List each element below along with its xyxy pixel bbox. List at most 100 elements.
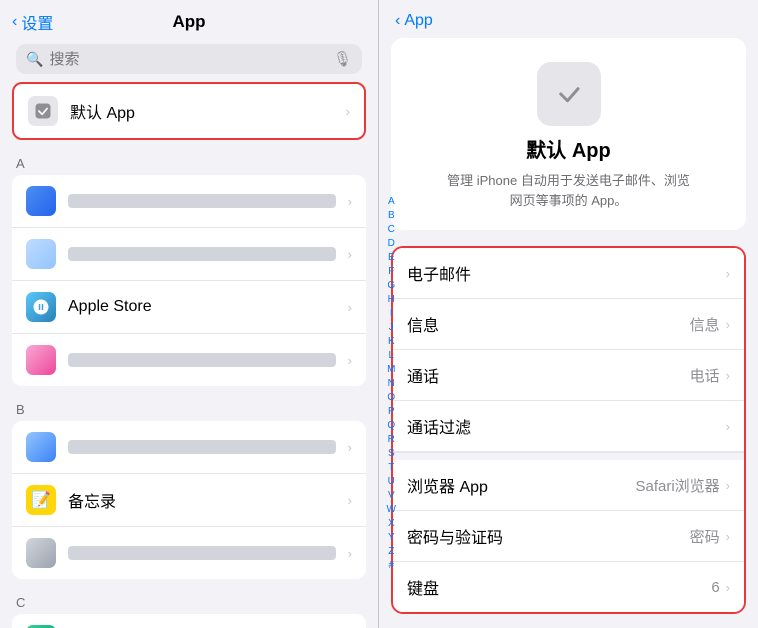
apple-store-label: Apple Store	[68, 298, 336, 316]
list-item[interactable]: ›	[12, 527, 366, 579]
default-app-label: 默认 App	[70, 99, 334, 123]
calls-value: 电话	[690, 365, 720, 386]
app-big-icon	[537, 62, 601, 126]
alpha-b[interactable]: B	[388, 209, 395, 222]
notes-icon: 📝	[26, 485, 56, 515]
alpha-c[interactable]: C	[388, 223, 395, 236]
keyboard-value: 6	[711, 579, 719, 596]
notes-item[interactable]: 📝 备忘录 ›	[12, 474, 366, 527]
password-value: 密码	[690, 526, 720, 547]
email-label: 电子邮件	[407, 261, 726, 285]
alpha-q[interactable]: Q	[387, 419, 395, 432]
alpha-j[interactable]: J	[389, 321, 394, 334]
section-a-group: › › Apple Store ›	[12, 175, 366, 386]
alpha-hash[interactable]: #	[388, 559, 394, 572]
app-info-title: 默认 App	[526, 134, 610, 163]
chevron-right-icon: ›	[348, 546, 352, 561]
alpha-r[interactable]: R	[388, 433, 395, 446]
app-icon	[26, 538, 56, 568]
alpha-d[interactable]: D	[388, 237, 395, 250]
chevron-right-icon: ›	[348, 353, 352, 368]
alpha-h[interactable]: H	[388, 293, 395, 306]
section-c-label: C	[0, 591, 378, 614]
apple-store-item[interactable]: Apple Store ›	[12, 281, 366, 334]
call-filter-setting[interactable]: 通话过滤 ›	[393, 401, 744, 452]
alpha-a[interactable]: A	[388, 195, 395, 208]
section-b-group: › 📝 备忘录 › ›	[12, 421, 366, 579]
alpha-i[interactable]: I	[390, 307, 393, 320]
chevron-right-icon: ›	[726, 419, 730, 434]
chevron-right-icon: ›	[726, 529, 730, 544]
alpha-k[interactable]: K	[388, 335, 395, 348]
chevron-right-icon: ›	[348, 247, 352, 262]
alpha-n[interactable]: N	[388, 377, 395, 390]
right-header: ‹ App	[379, 0, 758, 38]
messages-value: 信息	[690, 314, 720, 335]
right-content: 默认 App 管理 iPhone 自动用于发送电子邮件、浏览 网页等事项的 Ap…	[379, 38, 758, 628]
default-app-item[interactable]: 默认 App ›	[12, 82, 366, 140]
back-label-right: App	[404, 12, 432, 30]
section-a-label: A	[0, 152, 378, 175]
back-label-left: 设置	[21, 10, 53, 34]
chevron-right-icon: ›	[348, 194, 352, 209]
back-button-left[interactable]: ‹ 设置	[12, 10, 53, 34]
chevron-right-icon: ›	[726, 478, 730, 493]
chevron-right-icon: ›	[726, 368, 730, 383]
find-item[interactable]: 📍 查找 ›	[12, 614, 366, 628]
settings-card: 电子邮件 › 信息 信息 › 通话 电话 › 通话过滤 › 浏览器 App	[391, 246, 746, 614]
alpha-f[interactable]: F	[388, 265, 394, 278]
alpha-p[interactable]: P	[388, 405, 395, 418]
right-panel: ‹ App 默认 App 管理 iPhone 自动用于发送电子邮件、浏览 网页等…	[379, 0, 758, 628]
alpha-z[interactable]: Z	[388, 545, 394, 558]
app-info-card: 默认 App 管理 iPhone 自动用于发送电子邮件、浏览 网页等事项的 Ap…	[391, 38, 746, 230]
chevron-right-icon: ›	[348, 440, 352, 455]
list-item[interactable]: ›	[12, 228, 366, 281]
mic-icon: 🎙	[333, 50, 352, 68]
alpha-y[interactable]: Y	[388, 531, 395, 544]
notes-label: 备忘录	[68, 488, 336, 512]
password-setting[interactable]: 密码与验证码 密码 ›	[393, 511, 744, 562]
messages-setting[interactable]: 信息 信息 ›	[393, 299, 744, 350]
alpha-o[interactable]: O	[387, 391, 395, 404]
apple-store-icon	[26, 292, 56, 322]
list-item[interactable]: ›	[12, 175, 366, 228]
browser-setting[interactable]: 浏览器 App Safari浏览器 ›	[393, 460, 744, 511]
chevron-right-icon: ›	[348, 493, 352, 508]
alpha-v[interactable]: V	[388, 489, 395, 502]
chevron-left-icon: ‹	[395, 12, 400, 30]
blurred-name	[68, 546, 336, 560]
messages-label: 信息	[407, 312, 690, 336]
app-icon	[26, 239, 56, 269]
alpha-w[interactable]: W	[387, 503, 396, 516]
email-setting[interactable]: 电子邮件 ›	[393, 248, 744, 299]
call-filter-label: 通话过滤	[407, 414, 726, 438]
calls-setting[interactable]: 通话 电话 ›	[393, 350, 744, 401]
chevron-right-icon: ›	[726, 580, 730, 595]
keyboard-setting[interactable]: 键盘 6 ›	[393, 562, 744, 612]
chevron-right-icon: ›	[726, 317, 730, 332]
chevron-right-icon: ›	[726, 266, 730, 281]
alpha-l[interactable]: L	[388, 349, 394, 362]
alpha-x[interactable]: X	[388, 517, 395, 530]
default-app-icon	[28, 96, 58, 126]
list-item[interactable]: ›	[12, 334, 366, 386]
calls-label: 通话	[407, 363, 690, 387]
search-bar[interactable]: 🔍 🎙	[16, 44, 362, 74]
settings-divider	[393, 452, 744, 460]
alpha-s[interactable]: S	[388, 447, 395, 460]
search-input[interactable]	[49, 51, 327, 68]
list-content: 默认 App › A › ›	[0, 82, 378, 628]
blurred-name	[68, 194, 336, 208]
alpha-t[interactable]: T	[388, 461, 394, 474]
alpha-e[interactable]: E	[388, 251, 395, 264]
back-button-right[interactable]: ‹ App	[395, 12, 433, 30]
chevron-left-icon: ‹	[12, 13, 17, 31]
alpha-u[interactable]: U	[388, 475, 395, 488]
list-item[interactable]: ›	[12, 421, 366, 474]
app-info-desc: 管理 iPhone 自动用于发送电子邮件、浏览 网页等事项的 App。	[447, 171, 690, 210]
app-icon	[26, 186, 56, 216]
left-panel: ‹ 设置 App 🔍 🎙 默认 App › A	[0, 0, 379, 628]
alpha-m[interactable]: M	[387, 363, 395, 376]
alpha-g[interactable]: G	[387, 279, 395, 292]
blurred-name	[68, 247, 336, 261]
